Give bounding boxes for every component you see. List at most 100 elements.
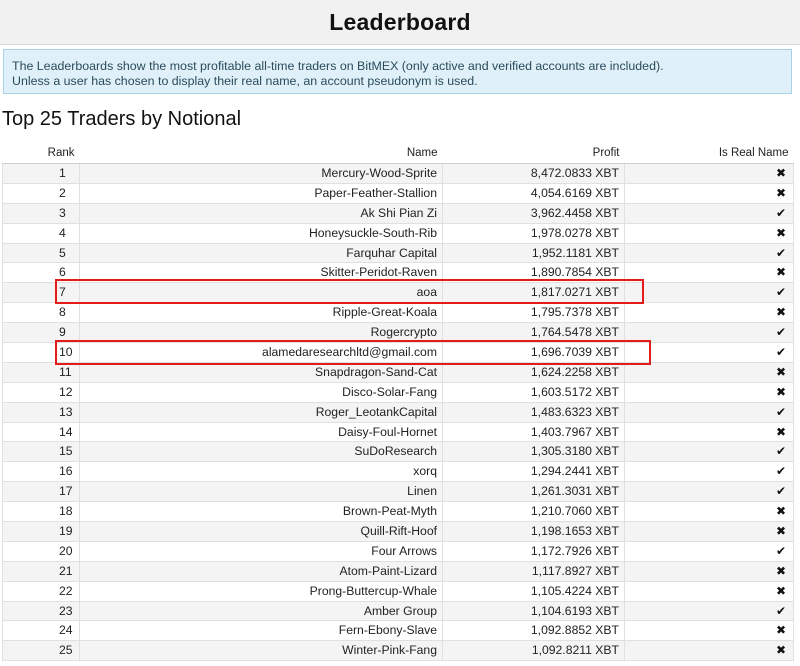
rank-cell: 21: [2, 560, 80, 582]
name-cell: Snapdragon-Sand-Cat: [79, 361, 443, 383]
rank-cell: 24: [2, 620, 80, 642]
rank-cell: 22: [2, 580, 80, 602]
name-cell: Disco-Solar-Fang: [79, 381, 443, 403]
table-row: 12 Disco-Solar-Fang 1,603.5172 XBT ✖: [2, 381, 794, 403]
cross-icon: ✖: [775, 364, 786, 379]
rank-cell: 3: [2, 202, 80, 224]
rank-cell: 4: [2, 222, 80, 244]
is-real-name-cell: ✔: [624, 481, 794, 503]
table-row: 2 Paper-Feather-Stallion 4,054.6169 XBT ✖: [2, 182, 794, 204]
rank-cell: 10: [2, 342, 80, 363]
is-real-name-cell: ✔: [624, 282, 794, 304]
table-row: 14 Daisy-Foul-Hornet 1,403.7967 XBT ✖: [2, 421, 794, 443]
profit-cell: 1,117.8927 XBT: [442, 560, 625, 582]
is-real-name-cell: ✖: [624, 302, 794, 324]
profit-cell: 3,962.4458 XBT: [442, 202, 625, 224]
name-cell: Rogercrypto: [79, 322, 443, 344]
table-row: 23 Amber Group 1,104.6193 XBT ✔: [2, 600, 794, 622]
profit-cell: 1,817.0271 XBT: [442, 282, 625, 304]
rank-cell: 8: [2, 302, 80, 324]
cross-icon: ✖: [775, 643, 786, 658]
rank-cell: 20: [2, 540, 80, 562]
rank-cell: 23: [2, 600, 80, 622]
profit-cell: 1,105.4224 XBT: [442, 580, 625, 602]
info-line-1: The Leaderboards show the most profitabl…: [12, 59, 664, 73]
profit-cell: 1,624.2258 XBT: [442, 361, 625, 383]
name-cell: Honeysuckle-South-Rib: [79, 222, 443, 244]
table-row: 8 Ripple-Great-Koala 1,795.7378 XBT ✖: [2, 302, 794, 324]
rank-cell: 7: [2, 282, 80, 304]
is-real-name-cell: ✖: [624, 620, 794, 642]
profit-cell: 1,210.7060 XBT: [442, 501, 625, 523]
cross-icon: ✖: [775, 225, 786, 240]
info-line-2: Unless a user has chosen to display thei…: [12, 74, 478, 88]
table-header-row: Rank Name Profit Is Real Name: [2, 143, 794, 164]
table-row: 9 Rogercrypto 1,764.5478 XBT ✔: [2, 322, 794, 344]
name-cell: Winter-Pink-Fang: [79, 640, 443, 662]
table-row: 1 Mercury-Wood-Sprite 8,472.0833 XBT ✖: [2, 163, 794, 184]
name-cell: Skitter-Peridot-Raven: [79, 262, 443, 284]
cross-icon: ✖: [775, 265, 786, 280]
column-header-rank[interactable]: Rank: [2, 143, 80, 164]
table-row: 25 Winter-Pink-Fang 1,092.8211 XBT ✖: [2, 640, 794, 662]
is-real-name-cell: ✖: [624, 182, 794, 204]
is-real-name-cell: ✔: [624, 401, 794, 423]
checkmark-icon: ✔: [775, 285, 786, 300]
page-header: Leaderboard: [0, 0, 800, 45]
name-cell: Atom-Paint-Lizard: [79, 560, 443, 582]
checkmark-icon: ✔: [775, 543, 786, 558]
rank-cell: 14: [2, 421, 80, 443]
is-real-name-cell: ✔: [624, 242, 794, 264]
is-real-name-cell: ✔: [624, 322, 794, 344]
checkmark-icon: ✔: [775, 325, 786, 340]
table-row: 7 aoa 1,817.0271 XBT ✔: [2, 282, 794, 304]
column-header-name[interactable]: Name: [79, 143, 443, 164]
rank-cell: 2: [2, 182, 80, 204]
profit-cell: 1,092.8852 XBT: [442, 620, 625, 642]
is-real-name-cell: ✖: [624, 560, 794, 582]
profit-cell: 8,472.0833 XBT: [442, 163, 625, 184]
is-real-name-cell: ✔: [624, 600, 794, 622]
name-cell: Ripple-Great-Koala: [79, 302, 443, 324]
checkmark-icon: ✔: [775, 464, 786, 479]
profit-cell: 1,092.8211 XBT: [442, 640, 625, 662]
is-real-name-cell: ✔: [624, 342, 794, 363]
is-real-name-cell: ✖: [624, 421, 794, 443]
name-cell: Quill-Rift-Hoof: [79, 521, 443, 542]
profit-cell: 1,764.5478 XBT: [442, 322, 625, 344]
leaderboard-table: Rank Name Profit Is Real Name 1 Mercury-W…: [2, 143, 794, 662]
rank-cell: 18: [2, 501, 80, 523]
table-row: 15 SuDoResearch 1,305.3180 XBT ✔: [2, 441, 794, 463]
name-cell: Daisy-Foul-Hornet: [79, 421, 443, 443]
name-cell: Paper-Feather-Stallion: [79, 182, 443, 204]
table-row: 19 Quill-Rift-Hoof 1,198.1653 XBT ✖: [2, 521, 794, 542]
name-cell: Fern-Ebony-Slave: [79, 620, 443, 642]
profit-cell: 1,403.7967 XBT: [442, 421, 625, 443]
profit-cell: 4,054.6169 XBT: [442, 182, 625, 204]
column-header-profit[interactable]: Profit: [442, 143, 625, 164]
name-cell: Mercury-Wood-Sprite: [79, 163, 443, 184]
table-row: 21 Atom-Paint-Lizard 1,117.8927 XBT ✖: [2, 560, 794, 582]
is-real-name-cell: ✖: [624, 521, 794, 542]
profit-cell: 1,696.7039 XBT: [442, 342, 625, 363]
table-body: 1 Mercury-Wood-Sprite 8,472.0833 XBT ✖ 2 Pape…: [2, 163, 794, 662]
profit-cell: 1,294.2441 XBT: [442, 461, 625, 483]
is-real-name-cell: ✖: [624, 262, 794, 284]
is-real-name-cell: ✖: [624, 580, 794, 602]
profit-cell: 1,305.3180 XBT: [442, 441, 625, 463]
rank-cell: 1: [2, 163, 80, 184]
table-row: 10 alamedaresearchltd@gmail.com 1,696.7039…: [2, 342, 794, 363]
name-cell: Farquhar Capital: [79, 242, 443, 264]
profit-cell: 1,890.7854 XBT: [442, 262, 625, 284]
table-row: 5 Farquhar Capital 1,952.1181 XBT ✔: [2, 242, 794, 264]
rank-cell: 15: [2, 441, 80, 463]
name-cell: aoa: [79, 282, 443, 304]
table-row: 13 Roger_LeotankCapital 1,483.6323 XBT ✔: [2, 401, 794, 423]
column-header-is-real-name[interactable]: Is Real Name: [624, 143, 794, 164]
checkmark-icon: ✔: [775, 444, 786, 459]
table-row: 16 xorq 1,294.2441 XBT ✔: [2, 461, 794, 483]
is-real-name-cell: ✔: [624, 461, 794, 483]
page-title: Leaderboard: [329, 8, 471, 35]
rank-cell: 17: [2, 481, 80, 503]
rank-cell: 16: [2, 461, 80, 483]
